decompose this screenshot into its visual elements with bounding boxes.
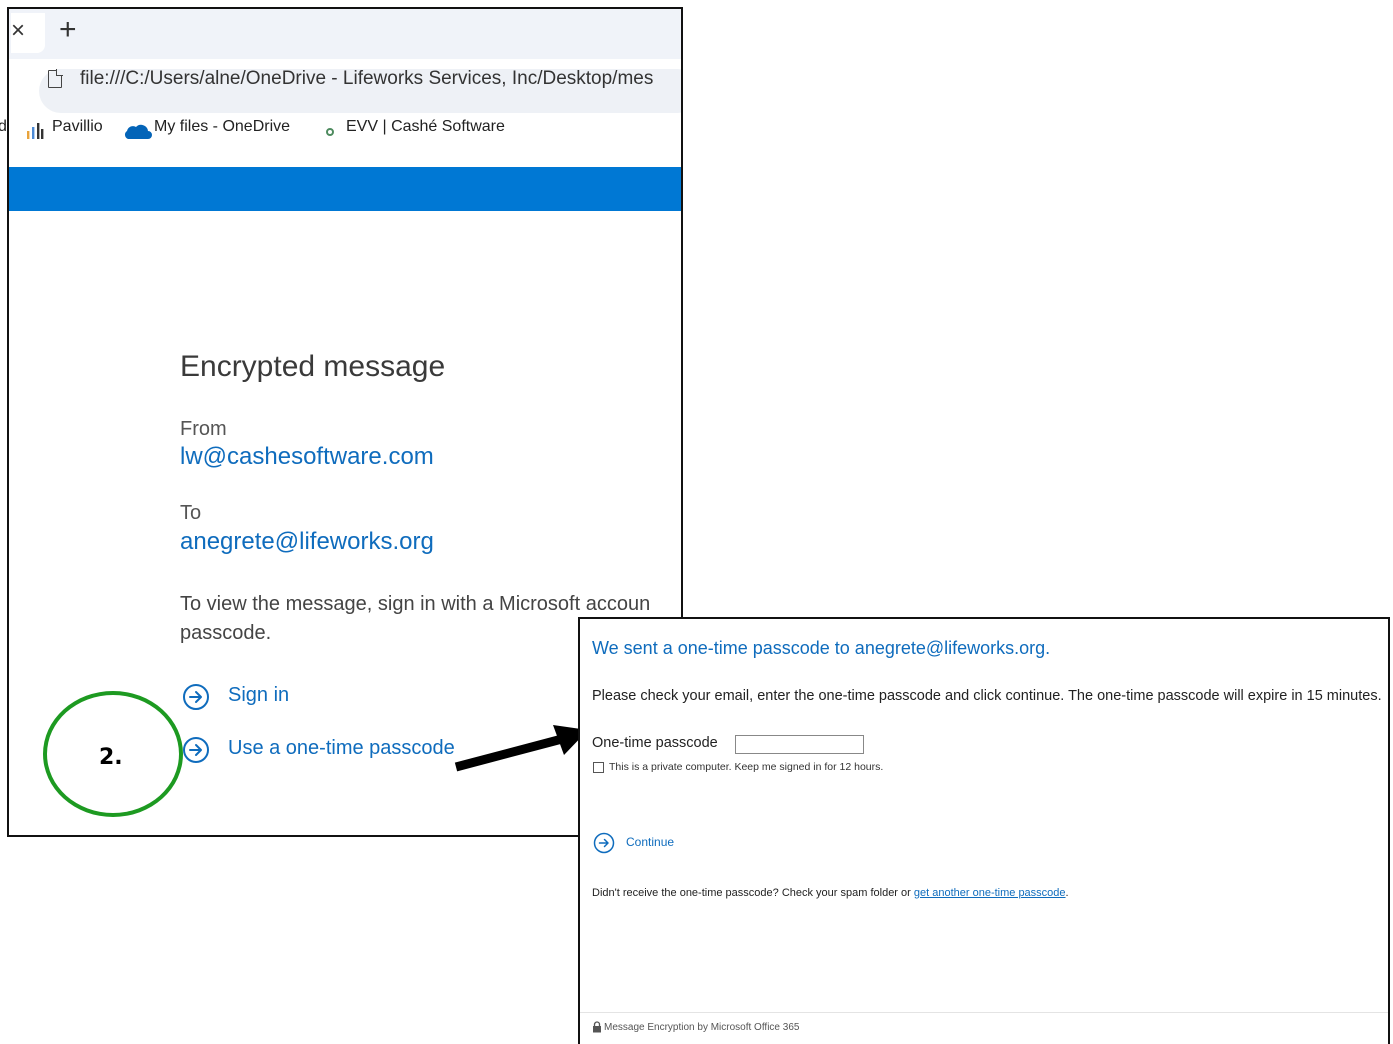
passcode-input[interactable] [735,735,864,754]
resend-text: Didn't receive the one-time passcode? Ch… [592,887,1069,899]
bookmark-evv[interactable]: EVV | Cashé Software [346,118,505,136]
bookmark-onedrive[interactable]: My files - OneDrive [154,118,290,136]
new-tab-icon[interactable]: + [59,15,77,45]
bookmarks-bar [9,117,681,167]
otp-heading: We sent a one-time passcode to anegrete@… [592,638,1051,658]
otp-window [578,617,1390,1044]
url-text[interactable]: file:///C:/Users/alne/OneDrive - Lifewor… [80,68,653,90]
continue-button[interactable]: Continue [626,835,674,849]
site-dot-icon [326,128,334,136]
footer-text: Message Encryption by Microsoft Office 3… [604,1022,800,1033]
resend-prefix: Didn't receive the one-time passcode? Ch… [592,887,914,899]
step-number-label: 2. [99,745,123,770]
bookmark-pavillio[interactable]: Pavillio [52,118,103,136]
footer-divider [580,1012,1388,1013]
from-label: From [180,418,227,440]
passcode-label: One-time passcode [592,735,718,751]
to-label: To [180,502,202,524]
bar-chart-icon [27,123,44,139]
bookmark-cut-text: d [0,118,7,135]
use-one-time-passcode-link[interactable]: Use a one-time passcode [228,737,455,760]
file-page-icon [48,69,63,88]
arrow-circle-right-icon[interactable] [182,683,210,711]
page-header-band [9,167,681,211]
page-title: Encrypted message [180,350,446,383]
from-email: lw@cashesoftware.com [180,443,434,470]
arrow-circle-right-icon[interactable] [182,736,210,764]
keep-signed-in-label[interactable]: This is a private computer. Keep me sign… [609,761,883,773]
sign-in-link[interactable]: Sign in [228,684,289,707]
get-another-passcode-link[interactable]: get another one-time passcode [914,887,1066,899]
otp-instructions: Please check your email, enter the one-t… [592,688,1382,704]
lock-icon [593,1021,601,1033]
close-tab-icon[interactable]: × [11,13,45,53]
keep-signed-in-checkbox[interactable] [593,762,604,773]
to-email: anegrete@lifeworks.org [180,528,434,555]
arrow-circle-right-icon[interactable] [593,832,615,854]
onedrive-cloud-icon [124,124,152,139]
resend-period: . [1065,887,1069,899]
tab-strip: × + [9,9,681,59]
annotation-arrow-icon [454,725,588,772]
